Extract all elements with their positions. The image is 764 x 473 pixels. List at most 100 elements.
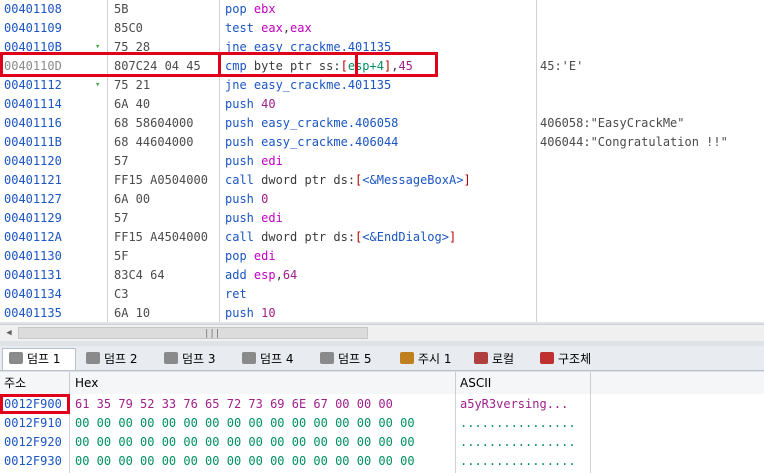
- instruction-bytes: 57: [114, 211, 129, 225]
- dump-ascii: ................: [460, 435, 576, 449]
- instruction-token: ]: [448, 230, 457, 244]
- instruction-token: ebx: [253, 2, 276, 16]
- instruction-address: 00401120: [4, 154, 62, 168]
- locals-icon: [474, 352, 488, 364]
- instruction-token: push: [225, 154, 262, 168]
- disasm-row[interactable]: 00401120 57 push edi: [0, 152, 764, 171]
- disasm-row[interactable]: 00401114 6A 40 push 40: [0, 95, 764, 114]
- header-divider: [590, 372, 591, 394]
- header-address[interactable]: 주소: [4, 372, 26, 394]
- instruction-token: call: [225, 230, 262, 244]
- disasm-row[interactable]: 00401131 83C4 64 add esp,64: [0, 266, 764, 285]
- instruction-token: edi: [261, 154, 283, 168]
- dump-row[interactable]: 0012F900 61 35 79 52 33 76 65 72 73 69 6E…: [0, 395, 764, 414]
- instruction-token: edi: [261, 211, 283, 225]
- instruction-bytes: 68 58604000: [114, 116, 194, 130]
- header-hex[interactable]: Hex: [75, 372, 98, 394]
- disasm-row[interactable]: 00401116 68 58604000 push easy_crackme.406…: [0, 114, 764, 133]
- struct-icon: [540, 352, 554, 364]
- instruction-text: jne easy_crackme.401135: [225, 76, 391, 95]
- instruction-token: <&MessageBoxA>: [362, 173, 464, 187]
- instruction-token: ret: [225, 287, 247, 301]
- dump-ascii: ................: [460, 454, 576, 468]
- instruction-text: push 40: [225, 95, 276, 114]
- highlight-box-dump-address: [0, 394, 70, 414]
- dump-hex: 00 00 00 00 00 00 00 00 00 00 00 00 00 0…: [75, 416, 415, 430]
- tab-덤프-2[interactable]: 덤프 2: [80, 349, 154, 369]
- column-divider: [590, 394, 591, 473]
- instruction-bytes: FF15 A0504000: [114, 173, 208, 187]
- tab-구조체[interactable]: 구조체: [534, 349, 604, 369]
- instruction-text: push 0: [225, 190, 268, 209]
- instruction-text: push easy_crackme.406058: [225, 114, 398, 133]
- instruction-token: 10: [261, 306, 276, 320]
- disasm-row[interactable]: 00401121 FF15 A0504000 call dword ptr ds:[…: [0, 171, 764, 190]
- tab-label: 덤프 3: [182, 352, 216, 366]
- tab-덤프-3[interactable]: 덤프 3: [158, 349, 232, 369]
- disasm-row[interactable]: 00401127 6A 00 push 0: [0, 190, 764, 209]
- disasm-row[interactable]: 0040112A FF15 A4504000 call dword ptr ds:[…: [0, 228, 764, 247]
- instruction-token: edi: [253, 249, 276, 263]
- dump-address: 0012F930: [4, 454, 62, 468]
- disasm-row[interactable]: 00401134 C3 ret: [0, 285, 764, 304]
- tab-주시-1[interactable]: 주시 1: [394, 349, 464, 369]
- instruction-token: ,: [275, 268, 283, 282]
- disasm-row[interactable]: 00401108 5B pop ebx: [0, 0, 764, 19]
- instruction-bytes: 5F: [114, 249, 129, 263]
- header-divider: [455, 372, 456, 394]
- disasm-row[interactable]: 00401135 6A 10 push 10: [0, 304, 764, 322]
- instruction-address: 00401127: [4, 192, 62, 206]
- instruction-address: 00401135: [4, 306, 62, 320]
- disassembly-pane[interactable]: 00401108 5B pop ebx 00401109 85C0 test eax,ea…: [0, 0, 764, 322]
- disasm-row[interactable]: 00401130 5F pop edi: [0, 247, 764, 266]
- instruction-token: eax: [261, 21, 283, 35]
- instruction-token: add: [225, 268, 254, 282]
- dump-row[interactable]: 0012F910 00 00 00 00 00 00 00 00 00 00 00…: [0, 414, 764, 433]
- instruction-bytes: 6A 00: [114, 192, 151, 206]
- watch-icon: [400, 352, 414, 364]
- instruction-token: call: [225, 173, 262, 187]
- instruction-token: pop: [225, 2, 254, 16]
- tab-label: 덤프 5: [338, 352, 372, 366]
- instruction-bytes: 5B: [114, 2, 129, 16]
- tab-로컬[interactable]: 로컬: [468, 349, 530, 369]
- instruction-address: 00401112: [4, 78, 62, 92]
- dump-icon: [164, 352, 178, 364]
- instruction-token: dword ptr ds:: [261, 230, 356, 244]
- tab-덤프-5[interactable]: 덤프 5: [314, 349, 390, 369]
- instruction-token: push: [225, 97, 262, 111]
- instruction-text: add esp,64: [225, 266, 297, 285]
- scroll-left-icon[interactable]: ◀: [2, 327, 16, 339]
- disasm-row[interactable]: 00401109 85C0 test eax,eax: [0, 19, 764, 38]
- dump-ascii: ................: [460, 416, 576, 430]
- dump-icon: [320, 352, 334, 364]
- scroll-thumb[interactable]: |||: [18, 327, 368, 339]
- disasm-row[interactable]: 0040111B 68 44604000 push easy_crackme.406…: [0, 133, 764, 152]
- tab-label: 덤프 1: [27, 352, 61, 366]
- disasm-row[interactable]: 00401129 57 push edi: [0, 209, 764, 228]
- tab-덤프-1[interactable]: 덤프 1: [2, 348, 76, 370]
- column-divider: [455, 394, 456, 473]
- instruction-token: easy_crackme.401135: [253, 78, 392, 92]
- instruction-text: push 10: [225, 304, 276, 322]
- dump-row[interactable]: 0012F920 00 00 00 00 00 00 00 00 00 00 00…: [0, 433, 764, 452]
- dump-row[interactable]: 0012F930 00 00 00 00 00 00 00 00 00 00 00…: [0, 452, 764, 471]
- instruction-token: push: [225, 116, 262, 130]
- instruction-address: 00401134: [4, 287, 62, 301]
- tab-label: 로컬: [492, 352, 515, 366]
- dump-pane[interactable]: 0012F900 61 35 79 52 33 76 65 72 73 69 6E…: [0, 394, 764, 473]
- tab-덤프-4[interactable]: 덤프 4: [236, 349, 310, 369]
- instruction-address: 00401129: [4, 211, 62, 225]
- dump-icon: [242, 352, 256, 364]
- instruction-token: dword ptr ds:: [261, 173, 356, 187]
- instruction-bytes: 85C0: [114, 21, 143, 35]
- instruction-bytes: FF15 A4504000: [114, 230, 208, 244]
- horizontal-scrollbar[interactable]: ◀ |||: [0, 324, 764, 341]
- disasm-row[interactable]: 00401112 ▾ 75 21 jne easy_crackme.401135: [0, 76, 764, 95]
- header-ascii[interactable]: ASCII: [460, 372, 491, 394]
- jump-arrow-icon: ▾: [95, 80, 101, 90]
- instruction-token: ,: [282, 21, 291, 35]
- instruction-text: push easy_crackme.406044: [225, 133, 398, 152]
- instruction-bytes: C3: [114, 287, 129, 301]
- instruction-address: 00401121: [4, 173, 62, 187]
